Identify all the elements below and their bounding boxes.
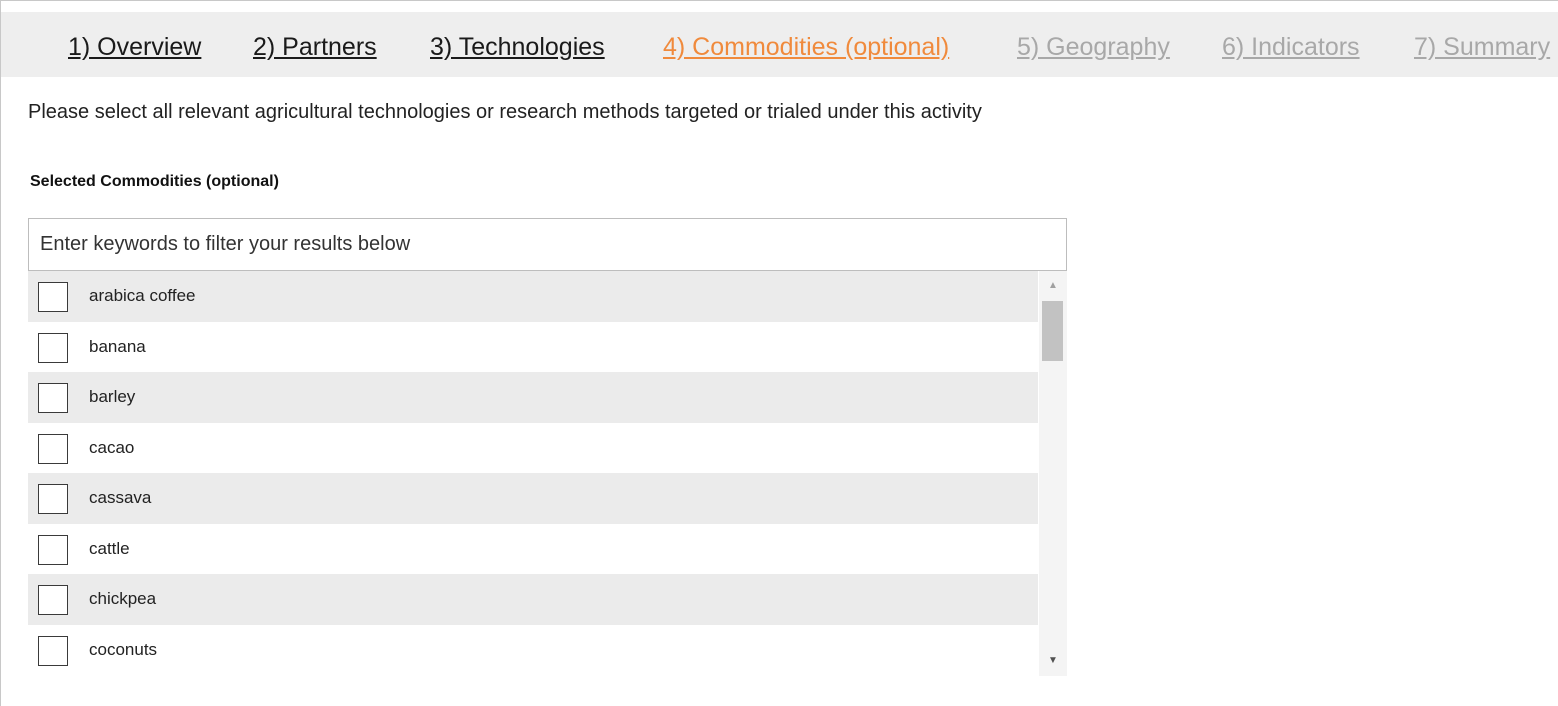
tab-partners[interactable]: 2) Partners — [253, 32, 377, 62]
list-item[interactable]: cassava — [28, 473, 1038, 524]
list-item-label: cassava — [89, 488, 152, 507]
tab-indicators[interactable]: 6) Indicators — [1222, 32, 1360, 62]
checkbox[interactable] — [38, 585, 68, 615]
commodities-page: 1) Overview 2) Partners 3) Technologies … — [0, 0, 1558, 706]
list-item-label: banana — [89, 336, 146, 356]
tab-commodities[interactable]: 4) Commodities (optional) — [663, 32, 949, 62]
tab-technologies[interactable]: 3) Technologies — [430, 32, 605, 62]
list-item[interactable]: banana — [28, 321, 1038, 372]
wizard-tab-bar: 1) Overview 2) Partners 3) Technologies … — [1, 12, 1558, 77]
section-label: Selected Commodities (optional) — [30, 173, 279, 190]
checkbox[interactable] — [38, 433, 68, 464]
list-item[interactable]: coconuts — [28, 624, 1038, 675]
checkbox[interactable] — [38, 332, 68, 363]
scroll-up-arrow-icon[interactable]: ▲ — [1039, 275, 1067, 297]
list-item-label: cattle — [89, 538, 130, 558]
tab-geography[interactable]: 5) Geography — [1017, 32, 1170, 62]
list-item[interactable]: arabica coffee — [28, 271, 1038, 322]
filter-input[interactable] — [28, 218, 1067, 271]
scroll-down-arrow-icon[interactable]: ▼ — [1039, 650, 1067, 672]
commodity-list: arabica coffee banana barley cacao cassa… — [28, 271, 1038, 675]
tab-overview[interactable]: 1) Overview — [68, 32, 201, 62]
scroll-thumb[interactable] — [1042, 301, 1063, 361]
checkbox[interactable] — [38, 635, 68, 666]
list-item-label: arabica coffee — [89, 286, 196, 305]
list-item[interactable]: barley — [28, 372, 1038, 423]
list-item-label: coconuts — [89, 639, 158, 659]
list-item[interactable]: cacao — [28, 422, 1038, 473]
checkbox[interactable] — [38, 383, 68, 413]
list-item-label: chickpea — [89, 589, 157, 608]
list-scrollbar[interactable]: ▲ ▼ — [1039, 271, 1067, 676]
list-item-label: cacao — [89, 437, 135, 457]
instructions-text: Please select all relevant agricultural … — [28, 101, 982, 123]
list-item[interactable]: chickpea — [28, 574, 1038, 625]
list-item-label: barley — [89, 387, 136, 406]
commodity-list-box: arabica coffee banana barley cacao cassa… — [28, 271, 1067, 676]
checkbox[interactable] — [38, 534, 68, 565]
checkbox[interactable] — [38, 282, 68, 312]
list-item[interactable]: cattle — [28, 523, 1038, 574]
tab-summary[interactable]: 7) Summary — [1414, 32, 1550, 62]
checkbox[interactable] — [38, 484, 68, 514]
